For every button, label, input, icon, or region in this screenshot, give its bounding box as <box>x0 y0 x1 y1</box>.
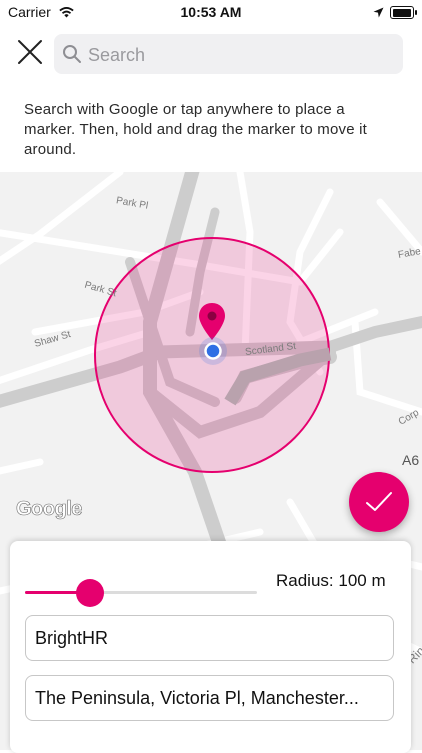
address-input[interactable] <box>26 676 393 720</box>
address-field[interactable] <box>25 675 394 721</box>
search-icon <box>62 44 82 69</box>
road-label-a6: A6 <box>402 452 420 468</box>
close-button[interactable] <box>14 36 46 68</box>
location-arrow-icon <box>373 5 384 21</box>
location-name-input[interactable] <box>26 616 393 660</box>
current-location-icon <box>199 337 227 365</box>
checkmark-icon <box>366 492 392 511</box>
search-bar[interactable] <box>54 34 403 76</box>
google-attribution: Google <box>16 498 83 521</box>
instructions-text: Search with Google or tap anywhere to pl… <box>24 101 368 158</box>
status-time: 10:53 AM <box>180 4 242 20</box>
slider-thumb[interactable] <box>75 579 104 607</box>
close-icon <box>18 40 42 64</box>
confirm-button[interactable] <box>349 472 409 532</box>
location-name-field[interactable] <box>25 615 394 661</box>
battery-icon <box>390 6 417 19</box>
radius-slider[interactable] <box>25 579 257 607</box>
search-input[interactable] <box>86 34 390 76</box>
status-bar: Carrier 10:53 AM <box>0 0 422 26</box>
search-header: Search with Google or tap anywhere to pl… <box>0 26 422 173</box>
radius-label: Radius: 100 m <box>276 571 386 590</box>
geofence-settings-card: Radius: 100 m <box>10 541 411 753</box>
